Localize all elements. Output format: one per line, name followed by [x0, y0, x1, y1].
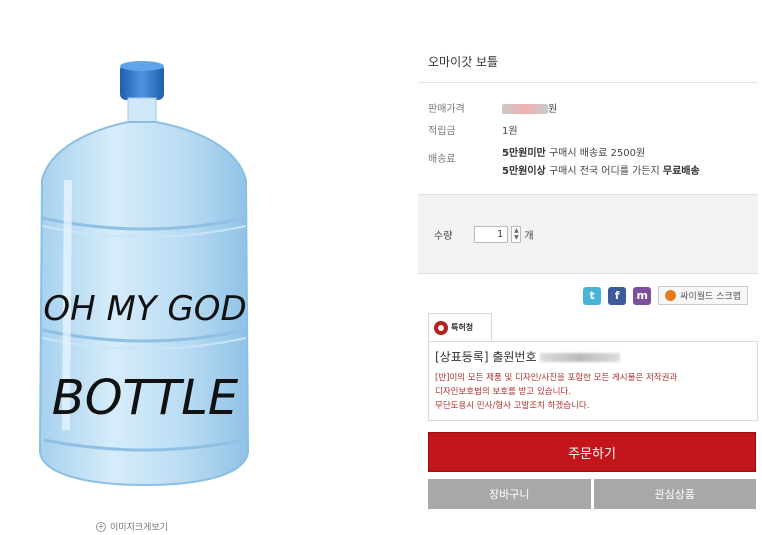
quantity-spinner[interactable]: ▲ ▼	[511, 225, 522, 243]
quantity-unit: 개	[524, 230, 534, 242]
price-row: 판매가격 원	[418, 100, 758, 115]
bottle-text-line2: BOTTLE	[52, 370, 239, 426]
trademark-heading: [상표등록] 출원번호	[435, 348, 749, 365]
shipping-line-2: 5만원이상 구매시 전국 어디를 가든지 무료배송	[502, 166, 700, 177]
order-button[interactable]: 주문하기	[428, 432, 756, 472]
product-title: 오마이갓 보틀	[418, 40, 758, 83]
points-value: 1원	[502, 126, 518, 137]
points-row: 적립금 1원	[418, 122, 758, 137]
cyworld-scrap-button[interactable]: 싸이월드 스크랩	[658, 286, 748, 305]
product-image: OH MY GOD BOTTLE	[38, 61, 250, 487]
cart-button[interactable]: 장바구니	[428, 479, 591, 509]
product-info: 판매가격 원 적립금 1원 배송료 5만원미만 구매시 배송료 2500원 5만…	[418, 100, 758, 180]
twitter-icon[interactable]: t	[583, 286, 602, 305]
me2day-icon[interactable]: m	[633, 286, 652, 305]
cyworld-scrap-label: 싸이월드 스크랩	[680, 292, 741, 302]
price-redacted	[502, 104, 548, 114]
product-detail-panel: 오마이갓 보틀 판매가격 원 적립금 1원 배송료 5만원미만 구매시 배송료 …	[418, 40, 758, 509]
application-number-redacted	[540, 353, 621, 362]
price-suffix: 원	[548, 104, 558, 115]
quantity-label: 수량	[434, 230, 453, 242]
price-value: 원	[502, 100, 557, 115]
patent-office-text: 특허청	[451, 323, 474, 332]
facebook-icon[interactable]: f	[608, 286, 627, 305]
zoom-link-label: 이미지크게보기	[110, 523, 168, 533]
quantity-input[interactable]: 1	[474, 225, 509, 243]
social-share-bar: t f m 싸이월드 스크랩	[418, 286, 758, 305]
quantity-stepper[interactable]: 1 ▲ ▼ 개	[474, 225, 534, 243]
patent-office-icon	[434, 320, 448, 335]
points-label: 적립금	[428, 126, 456, 137]
bottle-text-line1: OH MY GOD	[43, 289, 246, 329]
wishlist-button[interactable]: 관심상품	[593, 479, 756, 509]
shipping-line-1: 5만원미만 구매시 배송료 2500원	[502, 148, 646, 159]
cyworld-icon	[665, 290, 677, 301]
zoom-icon: +	[96, 521, 106, 532]
shipping-label: 배송료	[428, 154, 456, 165]
zoom-image-link[interactable]: + 이미지크게보기	[96, 520, 168, 533]
shipping-row: 배송료 5만원미만 구매시 배송료 2500원 5만원이상 구매시 전국 어디를…	[418, 144, 758, 180]
trademark-notice: 특허청 [상표등록] 출원번호 [반]이의 모든 제품 및 디자인/사진을 포함…	[418, 313, 758, 421]
patent-office-logo: 특허청	[428, 313, 492, 341]
quantity-section: 수량 1 ▲ ▼ 개	[418, 194, 758, 274]
price-label: 판매가격	[428, 104, 465, 115]
copyright-notice-text: [반]이의 모든 제품 및 디자인/사진을 포함한 모든 게시물은 저작권과 디…	[435, 373, 678, 411]
